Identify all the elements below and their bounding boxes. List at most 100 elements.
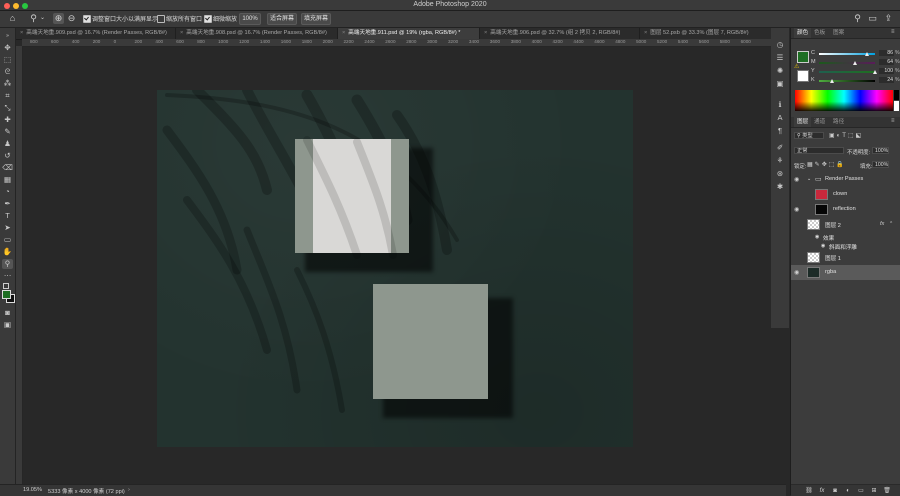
history-panel-icon[interactable]: ◷ [775, 40, 785, 50]
status-arrow-icon[interactable]: › [128, 487, 130, 493]
opacity-field[interactable]: 100% [872, 147, 889, 154]
tab-color[interactable]: 颜色 [794, 28, 812, 38]
brush-settings-icon[interactable]: ✐ [775, 143, 785, 153]
clone-source-icon[interactable]: ⊛ [775, 169, 785, 179]
layer-row-rgba[interactable]: ◉ rgba [791, 265, 900, 280]
gradient-tool-icon[interactable]: ▦ [2, 175, 13, 185]
channel-value-field[interactable]: 24 [879, 77, 894, 83]
color-panel-background[interactable] [797, 70, 809, 82]
channel-slider[interactable] [819, 71, 875, 73]
tab-patterns[interactable]: 图案 [830, 28, 847, 38]
fx-icon[interactable]: fx [880, 221, 884, 227]
default-colors-icon[interactable] [3, 283, 9, 289]
slider-thumb[interactable] [830, 79, 835, 83]
chevron-down-icon[interactable]: ⌄ [37, 13, 48, 24]
color-panel-foreground[interactable] [797, 51, 809, 63]
adjustment-layer-icon[interactable]: ◐ [844, 487, 852, 495]
tab-document-1[interactable]: × 高端天地重.909.psd @ 16.7% (Render Passes, R… [16, 28, 176, 39]
path-selection-tool-icon[interactable]: ➤ [2, 223, 13, 233]
tab-paths[interactable]: 路径 [830, 117, 847, 127]
info-panel-icon[interactable]: ℹ [775, 100, 785, 110]
character-panel-icon[interactable]: A [775, 113, 785, 123]
dodge-tool-icon[interactable]: ◔ [2, 187, 13, 197]
slider-thumb[interactable] [873, 70, 877, 74]
move-tool-icon[interactable]: ✥ [2, 43, 13, 53]
slider-row-c[interactable]: C 86% [811, 50, 900, 58]
lasso-tool-icon[interactable]: ᘓ [2, 67, 13, 77]
visibility-eye-icon[interactable]: ◉ [794, 269, 799, 276]
pen-tool-icon[interactable]: ✒ [2, 199, 13, 209]
slider-row-y[interactable]: Y 100% [811, 68, 900, 76]
screen-mode-icon[interactable]: ▣ [2, 320, 13, 330]
add-mask-icon[interactable]: ◙ [831, 487, 839, 495]
slider-thumb[interactable] [865, 52, 870, 56]
foreground-color-swatch[interactable] [2, 290, 11, 299]
tab-document-4[interactable]: × 高端天地重.906.psd @ 32.7% (组 2 拷贝 2, RGB/8#… [480, 28, 640, 39]
layer-row-render-passes[interactable]: ◉ ⌄ ▭ Render Passes [791, 172, 900, 187]
slider-row-k[interactable]: K 24% [811, 77, 900, 85]
fill-screen-button[interactable]: 填充屏幕 [301, 13, 331, 25]
home-icon[interactable]: ⌂ [7, 13, 18, 24]
adjustments-panel-icon[interactable]: ✺ [775, 66, 785, 76]
visibility-eye-icon[interactable]: ◉ [794, 206, 799, 213]
chevron-down-icon[interactable]: ⌄ [807, 176, 811, 182]
eraser-tool-icon[interactable]: ⌫ [2, 163, 13, 173]
channel-slider[interactable] [819, 80, 875, 82]
layer-filter-icons[interactable]: ▣◐T⬚⬕ [829, 132, 863, 139]
tab-document-3[interactable]: × 高端天地重.911.psd @ 19% (rgba, RGB/8#) * [338, 28, 480, 39]
layer-row-bevel-emboss[interactable]: ◉ 斜面和浮雕 [791, 241, 900, 251]
quick-mask-icon[interactable]: ◙ [2, 308, 13, 318]
layer-row-layer-1[interactable]: 图层 1 [791, 250, 900, 265]
slider-thumb[interactable] [852, 61, 857, 65]
link-layers-icon[interactable]: ⛓ [805, 487, 813, 495]
layer-row-reflection[interactable]: ◉ reflection [791, 202, 900, 217]
libraries-panel-icon[interactable]: ▣ [775, 79, 785, 89]
close-icon[interactable]: × [342, 30, 345, 36]
brush-tool-icon[interactable]: ✎ [2, 127, 13, 137]
document-canvas[interactable] [157, 90, 633, 447]
more-tools-icon[interactable]: ⋯ [2, 271, 13, 281]
layer-row-layer-2[interactable]: 图层 2 fx ⌃ [791, 217, 900, 232]
zoom-percent-button[interactable]: 100% [239, 13, 261, 25]
channel-value-field[interactable]: 100 [879, 68, 894, 74]
channel-slider[interactable] [819, 62, 875, 64]
status-zoom[interactable]: 19.05% [23, 487, 42, 493]
rectangle-tool-icon[interactable]: ▭ [2, 235, 13, 245]
channel-value-field[interactable]: 64 [879, 59, 894, 65]
zoom-in-icon[interactable]: ⊕ [53, 13, 64, 24]
brushes-panel-icon[interactable]: ⚘ [775, 156, 785, 166]
healing-brush-tool-icon[interactable]: ✚ [2, 115, 13, 125]
slider-row-m[interactable]: M 64% [811, 59, 900, 67]
chevron-up-icon[interactable]: ⌃ [889, 221, 893, 227]
add-style-icon[interactable]: fx [818, 487, 826, 495]
channel-value-field[interactable]: 86 [879, 50, 894, 56]
crop-tool-icon[interactable]: ⌗ [2, 91, 13, 101]
workspace-icon[interactable]: ▭ [867, 13, 878, 24]
type-tool-icon[interactable]: T [2, 211, 13, 221]
zoom-out-icon[interactable]: ⊖ [66, 13, 77, 24]
delete-layer-icon[interactable]: 🗑 [883, 487, 891, 495]
panel-menu-icon[interactable]: ≡ [891, 29, 895, 35]
spectrum-black[interactable] [894, 90, 899, 100]
zoom-all-windows-checkbox[interactable] [157, 15, 165, 23]
layer-row-effects[interactable]: ◉ 效果 [791, 232, 900, 242]
marquee-tool-icon[interactable]: ⬚ [2, 55, 13, 65]
visibility-eye-icon[interactable]: ◉ [794, 176, 799, 183]
fit-screen-button[interactable]: 适合屏幕 [267, 13, 297, 25]
properties-panel-icon[interactable]: ☰ [775, 53, 785, 63]
collapse-toolbar-icon[interactable]: » [2, 31, 13, 41]
blend-mode-select[interactable]: 正常 [794, 147, 844, 154]
magic-wand-tool-icon[interactable]: ⁂ [2, 79, 13, 89]
paragraph-panel-icon[interactable]: ¶ [775, 126, 785, 136]
resize-windows-checkbox[interactable] [83, 15, 91, 23]
layer-row-clown[interactable]: clown [791, 187, 900, 202]
tab-swatches[interactable]: 色板 [811, 28, 828, 38]
close-icon[interactable]: × [180, 30, 183, 36]
new-layer-icon[interactable]: ⊞ [870, 487, 878, 495]
tab-layers[interactable]: 图层 [794, 117, 812, 127]
layers-menu-icon[interactable]: ≡ [891, 118, 895, 124]
search-icon[interactable]: ⚲ [852, 13, 863, 24]
hand-tool-icon[interactable]: ✋ [2, 247, 13, 257]
history-brush-tool-icon[interactable]: ↺ [2, 151, 13, 161]
scrubby-zoom-checkbox[interactable] [204, 15, 212, 23]
